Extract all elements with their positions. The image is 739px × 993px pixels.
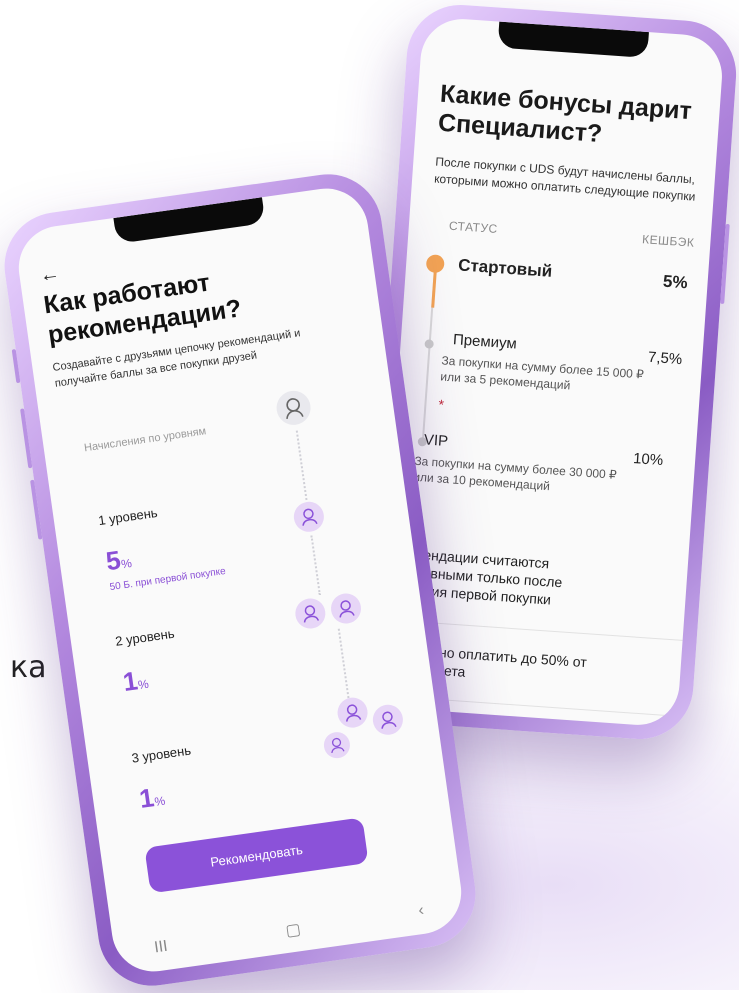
- friend-avatar-icon: [293, 596, 328, 631]
- tier-desc-vip: За покупки на сумму более 30 000 ₽ или з…: [412, 453, 618, 494]
- friend-avatar-icon: [322, 730, 352, 760]
- tier-desc-premium: За покупки на сумму более 15 000 ₽ или з…: [439, 353, 645, 393]
- cashback-column-header: КЕШБЭК: [641, 232, 695, 250]
- home-icon[interactable]: ▢: [284, 919, 302, 941]
- tier-name-premium: Премиум: [452, 331, 518, 353]
- status-column-header: СТАТУС: [448, 218, 499, 236]
- tier-name-vip: VIP: [423, 431, 449, 451]
- levels-label: Начисления по уровням: [83, 425, 207, 455]
- page-title: Какие бонусы дарит Специалист?: [437, 79, 693, 149]
- level-3-percent: 1%: [137, 782, 167, 814]
- tier-percent-premium: 7,5%: [647, 348, 683, 369]
- volume-down-button: [30, 479, 43, 540]
- friend-avatar-icon: [370, 702, 405, 737]
- level-2-name: 2 уровень: [114, 625, 176, 649]
- page-text-fragment: ка: [10, 650, 47, 685]
- level-1-name: 1 уровень: [97, 504, 159, 529]
- friend-avatar-icon: [335, 695, 370, 730]
- level-1-percent: 5%: [104, 544, 133, 577]
- nav-back-icon[interactable]: ‹: [417, 902, 425, 923]
- user-avatar-icon: [274, 388, 313, 428]
- tier-percent-starter: 5%: [662, 271, 689, 293]
- back-arrow-icon[interactable]: ←: [38, 262, 61, 288]
- friend-avatar-icon: [291, 499, 326, 534]
- recents-icon[interactable]: III: [153, 938, 169, 960]
- friend-avatar-icon: [329, 591, 363, 626]
- page-subtitle: После покупки с UDS будут начислены балл…: [433, 154, 696, 204]
- tier-percent-vip: 10%: [632, 450, 664, 470]
- mute-switch: [11, 348, 21, 384]
- chain-connector: [337, 628, 350, 699]
- notch: [497, 21, 649, 59]
- notch: [113, 197, 266, 244]
- footnote-asterisk: *: [437, 396, 445, 413]
- chain-connector: [310, 535, 321, 596]
- tier-dot: [424, 339, 434, 349]
- tier-dot-active: [425, 254, 445, 274]
- tier-name-starter: Стартовый: [457, 255, 553, 281]
- level-3-name: 3 уровень: [130, 742, 192, 766]
- chain-connector: [295, 430, 308, 501]
- power-button: [720, 223, 730, 304]
- level-2-percent: 1%: [121, 665, 150, 698]
- recommend-button[interactable]: Рекомендовать: [144, 817, 369, 894]
- volume-up-button: [20, 408, 33, 469]
- android-nav-bar: III ▢ ‹: [153, 902, 425, 960]
